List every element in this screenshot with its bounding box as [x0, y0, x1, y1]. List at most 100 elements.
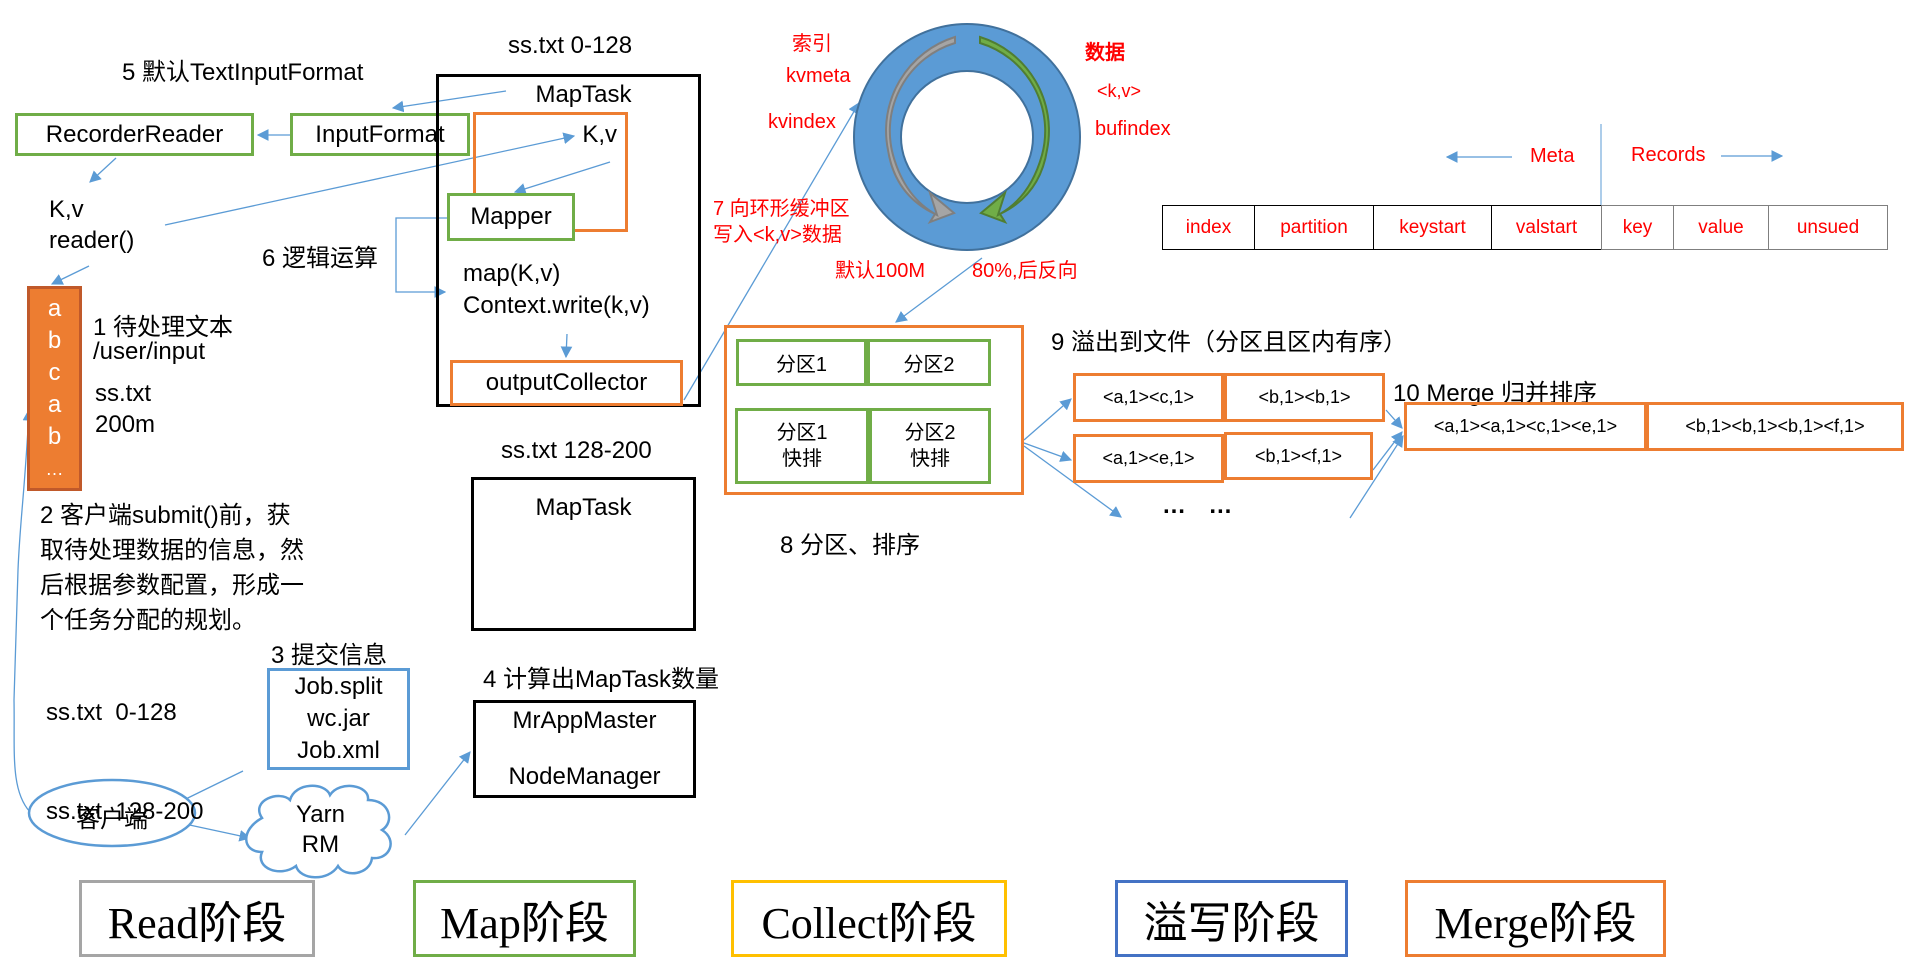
partition1-sort-line: 快排: [782, 448, 822, 470]
app-master-box[interactable]: MrAppMaster NodeManager: [473, 700, 696, 798]
input-file: ss.txt: [95, 380, 152, 407]
meta-field: index: [1162, 205, 1254, 250]
input-text-column: a b c a b …: [27, 286, 82, 491]
input-char: b: [47, 327, 62, 354]
maptask2-title: MapTask: [535, 494, 632, 521]
ring-gray-arrow: [885, 35, 956, 224]
map-call: map(K,v): [463, 260, 561, 287]
yarn-rm-label[interactable]: Yarn RM: [296, 800, 345, 860]
split-item: ss.txt 0-128: [46, 699, 177, 726]
meta-field: partition: [1254, 205, 1373, 250]
ring-inner: [900, 70, 1034, 204]
default-size-label: 默认100M: [835, 260, 926, 282]
reader-call-label: reader(): [49, 227, 135, 254]
arrow-spill2-to-merge: [1372, 431, 1403, 471]
phase-collect: Collect阶段: [731, 880, 1007, 957]
input-size: 200m: [95, 411, 156, 438]
ring-outer: [853, 23, 1081, 251]
output-collector-box[interactable]: outputCollector: [450, 360, 683, 406]
input-char: b: [47, 423, 62, 450]
records-label: Records: [1631, 144, 1706, 166]
step3-label: 3 提交信息: [271, 642, 388, 669]
merge-result-part1[interactable]: <a,1><a,1><c,1><e,1>: [1404, 402, 1647, 451]
merge-result-part2[interactable]: <b,1><b,1><b,1><f,1>: [1646, 402, 1904, 451]
ring-buffer: [853, 23, 1081, 251]
arrow-recorderreader-to-kv: [89, 157, 117, 183]
phase-read: Read阶段: [79, 880, 315, 957]
output-collector-label: outputCollector: [485, 369, 648, 396]
maptask2-box[interactable]: MapTask: [471, 477, 696, 631]
spill-file2-part2[interactable]: <b,1><f,1>: [1224, 432, 1373, 480]
spill-text: <b,1><f,1>: [1254, 445, 1343, 466]
job-file: Job.xml: [297, 737, 380, 764]
mapper-label: Mapper: [470, 203, 552, 230]
recorder-reader-label: RecorderReader: [45, 120, 224, 148]
job-file: wc.jar: [307, 705, 370, 732]
kvmeta-label: kvmeta: [786, 65, 851, 87]
record-field: key: [1601, 205, 1673, 250]
ring-kv-label: <k,v>: [1097, 81, 1142, 101]
more-spills-ellipsis: … …: [1162, 492, 1236, 519]
mapper-box[interactable]: Mapper: [447, 193, 575, 241]
read-kv-label: K,v: [49, 196, 84, 223]
step5-label: 5 默认TextInputFormat: [122, 59, 364, 86]
job-files-box[interactable]: Job.split wc.jar Job.xml: [267, 668, 410, 770]
phase-label: Merge阶段: [1434, 898, 1637, 948]
kvindex-label: kvindex: [768, 111, 836, 133]
partition1-label: 分区1: [775, 354, 828, 376]
phase-label: Read阶段: [107, 898, 287, 948]
partition1-sort-box[interactable]: 分区1 快排: [735, 408, 869, 484]
spill-file2-part1[interactable]: <a,1><e,1>: [1073, 434, 1224, 483]
input-path: /user/input: [93, 338, 206, 365]
spill-text: <a,1><c,1>: [1102, 387, 1195, 407]
spill-text: <a,1><e,1>: [1102, 448, 1195, 468]
step6-label: 6 逻辑运算: [262, 245, 379, 272]
app-master-label: MrAppMaster: [512, 707, 657, 734]
maptask1-split-label: ss.txt 0-128: [508, 32, 633, 59]
bufindex-label: bufindex: [1095, 118, 1171, 140]
maptask1-title: MapTask: [535, 81, 632, 108]
yarn-line: Yarn: [296, 801, 345, 828]
recorder-reader-box[interactable]: RecorderReader: [15, 113, 254, 156]
meta-label: Meta: [1530, 145, 1575, 167]
arrow-partition-to-spill2: [1023, 442, 1073, 462]
merge-text: <b,1><b,1><b,1><f,1>: [1685, 416, 1865, 436]
rm-line: RM: [301, 831, 340, 858]
input-char: c: [48, 359, 61, 386]
input-format-label: InputFormat: [315, 120, 445, 148]
record-field: value: [1673, 205, 1768, 250]
spill-text: <b,1><b,1>: [1258, 387, 1351, 407]
client-label[interactable]: 客户端: [76, 799, 148, 834]
input-char: …: [45, 459, 64, 479]
input-char: a: [47, 391, 62, 418]
meta-field: keystart: [1373, 205, 1491, 250]
partition1-box[interactable]: 分区1: [736, 339, 867, 386]
partition2-sort-box[interactable]: 分区2 快排: [869, 408, 991, 484]
step4-label: 4 计算出MapTask数量: [483, 666, 720, 693]
arrow-spill1-to-merge: [1385, 409, 1403, 429]
partition2-sort-line: 分区2: [904, 422, 956, 444]
phase-label: 溢写阶段: [1143, 897, 1320, 949]
partition2-sort-line: 快排: [910, 448, 950, 470]
maptask-kv-label: K,v: [582, 121, 617, 148]
ring-green-arrow: [979, 35, 1050, 224]
data-label: 数据: [1085, 42, 1125, 64]
meta-field: valstart: [1491, 205, 1601, 250]
phase-spill: 溢写阶段: [1115, 880, 1348, 957]
step2-text: 2 客户端submit()前，获 取待处理数据的信息，然 后根据参数配置，形成一…: [40, 498, 304, 638]
partition2-box[interactable]: 分区2: [867, 339, 991, 386]
spill-file1-part1[interactable]: <a,1><c,1>: [1073, 373, 1224, 422]
phase-label: Collect阶段: [761, 898, 977, 948]
input-char: a: [47, 295, 62, 322]
record-field: unsued: [1768, 205, 1888, 250]
spill-file1-part2[interactable]: <b,1><b,1>: [1224, 373, 1385, 422]
arrow-yarn-to-appmaster: [404, 751, 471, 836]
step8-label: 8 分区、排序: [780, 532, 921, 559]
step7-label: 7 向环形缓冲区 写入<k,v>数据: [713, 196, 850, 248]
maptask2-split-label: ss.txt 128-200: [501, 437, 652, 464]
merge-text: <a,1><a,1><c,1><e,1>: [1433, 416, 1618, 436]
kv-layout-table: index partition keystart valstart key va…: [1162, 205, 1888, 250]
phase-label: Map阶段: [440, 898, 609, 948]
step2-line: 后根据参数配置，形成一: [40, 572, 304, 599]
context-write: Context.write(k,v): [463, 292, 650, 319]
